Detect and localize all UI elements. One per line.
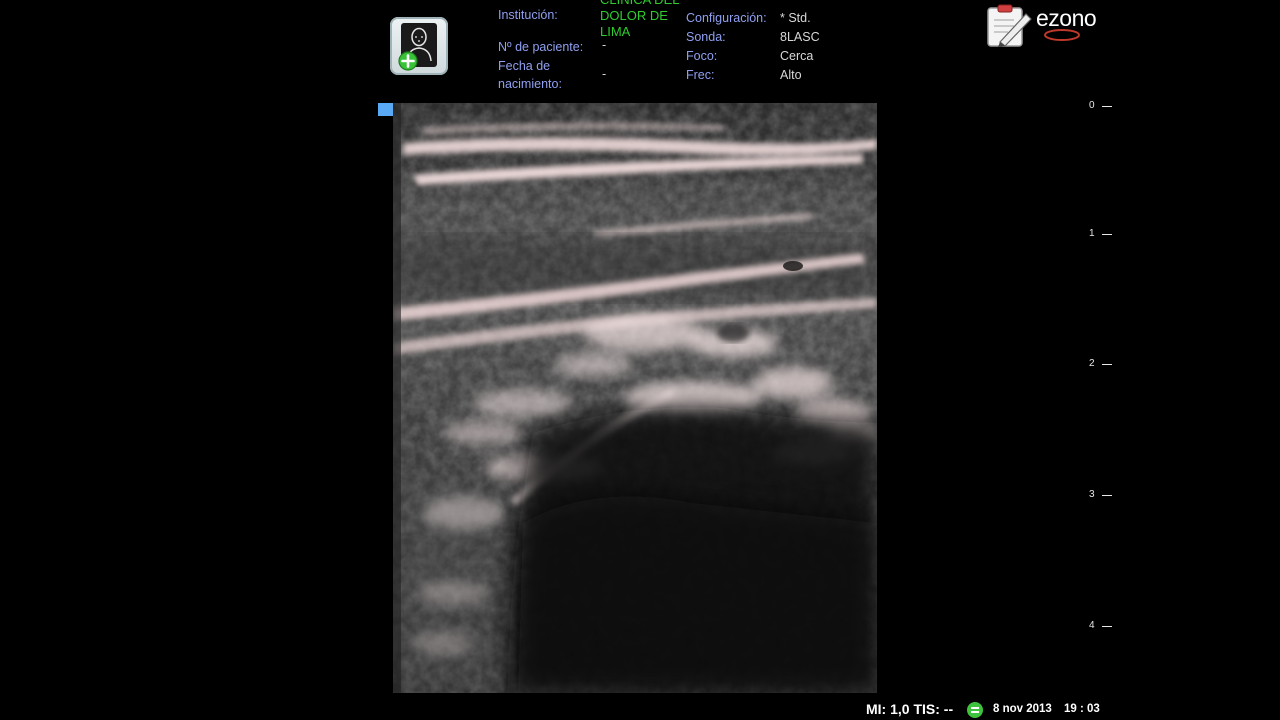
new-patient-icon [398, 23, 437, 71]
depth-tick-3: 3 [1089, 490, 1112, 500]
depth-tick-mark [1101, 494, 1112, 496]
status-date: 8 nov 2013 [993, 703, 1052, 715]
frequency-value: Alto [780, 68, 802, 82]
depth-tick-4: 4 [1089, 621, 1112, 631]
depth-tick-label: 4 [1089, 620, 1095, 631]
depth-tick-mark [1101, 105, 1112, 107]
patient-number-value: - [602, 38, 607, 52]
network-status-icon[interactable] [967, 702, 983, 718]
depth-tick-label: 3 [1089, 489, 1095, 500]
probe-value: 8LASC [780, 30, 820, 44]
depth-tick-label: 1 [1089, 228, 1095, 239]
ultrasound-screen: Institución: CLÍNICA DEL DOLOR DE LIMA N… [0, 0, 1280, 720]
depth-tick-0: 0 [1089, 101, 1112, 111]
focus-value: Cerca [780, 49, 814, 63]
birthdate-value: - [602, 67, 607, 81]
config-label: Configuración: [686, 11, 767, 25]
mi-tis-readout: MI: 1,0 TIS: -- [866, 701, 954, 717]
orientation-marker [378, 103, 393, 116]
patient-number-label: Nº de paciente: [498, 40, 584, 54]
institution-value-container: CLÍNICA DEL DOLOR DE LIMA [600, 0, 690, 38]
depth-tick-1: 1 [1089, 229, 1112, 239]
frequency-label: Frec: [686, 68, 715, 82]
depth-tick-label: 0 [1089, 100, 1095, 111]
probe-label: Sonda: [686, 30, 726, 44]
institution-label: Institución: [498, 8, 558, 22]
config-value: * Std. [780, 11, 811, 25]
focus-label: Foco: [686, 49, 718, 63]
ultrasound-image[interactable] [393, 103, 877, 693]
logo-swirl-icon [1044, 29, 1080, 41]
birthdate-label-line1: Fecha de [498, 59, 551, 73]
new-patient-button[interactable] [390, 17, 448, 75]
clipboard-pen-icon [987, 4, 1032, 47]
institution-value: CLÍNICA DEL DOLOR DE LIMA [600, 0, 679, 38]
ultrasound-scan-graphic [393, 103, 877, 693]
depth-tick-mark [1101, 233, 1112, 235]
depth-tick-mark [1101, 625, 1112, 627]
depth-tick-mark [1101, 363, 1112, 365]
depth-tick-2: 2 [1089, 359, 1112, 369]
birthdate-label-line2: nacimiento: [498, 77, 562, 91]
status-time: 19 : 03 [1064, 703, 1100, 715]
depth-tick-label: 2 [1089, 358, 1095, 369]
